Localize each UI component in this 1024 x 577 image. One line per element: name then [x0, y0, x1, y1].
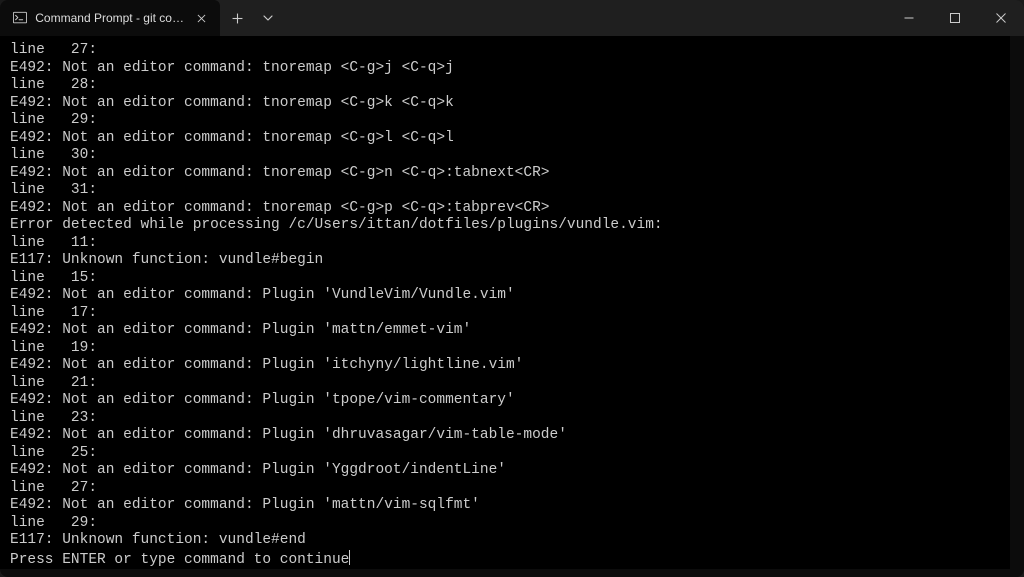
- output-line: line 27:: [10, 480, 1000, 498]
- output-line: E492: Not an editor command: Plugin 'Ygg…: [10, 462, 1000, 480]
- output-line: E492: Not an editor command: tnoremap <C…: [10, 60, 1000, 78]
- text-cursor: [349, 550, 350, 565]
- output-line: E492: Not an editor command: Plugin 'Vun…: [10, 287, 1000, 305]
- titlebar: Command Prompt - git comm: [0, 0, 1024, 36]
- titlebar-drag-area[interactable]: [282, 0, 886, 36]
- output-line: line 21:: [10, 375, 1000, 393]
- terminal-icon: [12, 10, 27, 26]
- output-line: line 29:: [10, 515, 1000, 533]
- output-line: E117: Unknown function: vundle#begin: [10, 252, 1000, 270]
- output-line: E492: Not an editor command: tnoremap <C…: [10, 95, 1000, 113]
- maximize-button[interactable]: [932, 0, 978, 36]
- prompt-line[interactable]: Press ENTER or type command to continue: [10, 550, 1000, 570]
- output-line: E492: Not an editor command: Plugin 'mat…: [10, 322, 1000, 340]
- window-controls: [886, 0, 1024, 36]
- minimize-button[interactable]: [886, 0, 932, 36]
- output-line: E492: Not an editor command: Plugin 'itc…: [10, 357, 1000, 375]
- terminal-tab[interactable]: Command Prompt - git comm: [0, 0, 220, 36]
- output-line: line 23:: [10, 410, 1000, 428]
- output-line: E492: Not an editor command: tnoremap <C…: [10, 200, 1000, 218]
- output-line: line 15:: [10, 270, 1000, 288]
- output-line: line 17:: [10, 305, 1000, 323]
- output-line: line 29:: [10, 112, 1000, 130]
- output-line: line 25:: [10, 445, 1000, 463]
- vertical-scrollbar[interactable]: [1010, 36, 1024, 577]
- new-tab-button[interactable]: [220, 0, 254, 36]
- output-line: E492: Not an editor command: Plugin 'dhr…: [10, 427, 1000, 445]
- close-button[interactable]: [978, 0, 1024, 36]
- tab-dropdown-button[interactable]: [254, 0, 282, 36]
- terminal-output[interactable]: line 27:E492: Not an editor command: tno…: [0, 36, 1010, 569]
- output-line: E492: Not an editor command: tnoremap <C…: [10, 130, 1000, 148]
- output-line: line 31:: [10, 182, 1000, 200]
- output-line: E492: Not an editor command: Plugin 'mat…: [10, 497, 1000, 515]
- tab-title: Command Prompt - git comm: [35, 11, 185, 25]
- output-line: E117: Unknown function: vundle#end: [10, 532, 1000, 550]
- output-line: E492: Not an editor command: tnoremap <C…: [10, 165, 1000, 183]
- tab-close-button[interactable]: [193, 9, 210, 27]
- output-line: Error detected while processing /c/Users…: [10, 217, 1000, 235]
- output-line: line 30:: [10, 147, 1000, 165]
- output-line: line 28:: [10, 77, 1000, 95]
- output-line: E492: Not an editor command: Plugin 'tpo…: [10, 392, 1000, 410]
- terminal-area: line 27:E492: Not an editor command: tno…: [0, 36, 1024, 577]
- output-line: line 27:: [10, 42, 1000, 60]
- terminal-wrap: line 27:E492: Not an editor command: tno…: [0, 36, 1010, 577]
- output-line: line 11:: [10, 235, 1000, 253]
- output-line: line 19:: [10, 340, 1000, 358]
- app-window: Command Prompt - git comm line 27:: [0, 0, 1024, 577]
